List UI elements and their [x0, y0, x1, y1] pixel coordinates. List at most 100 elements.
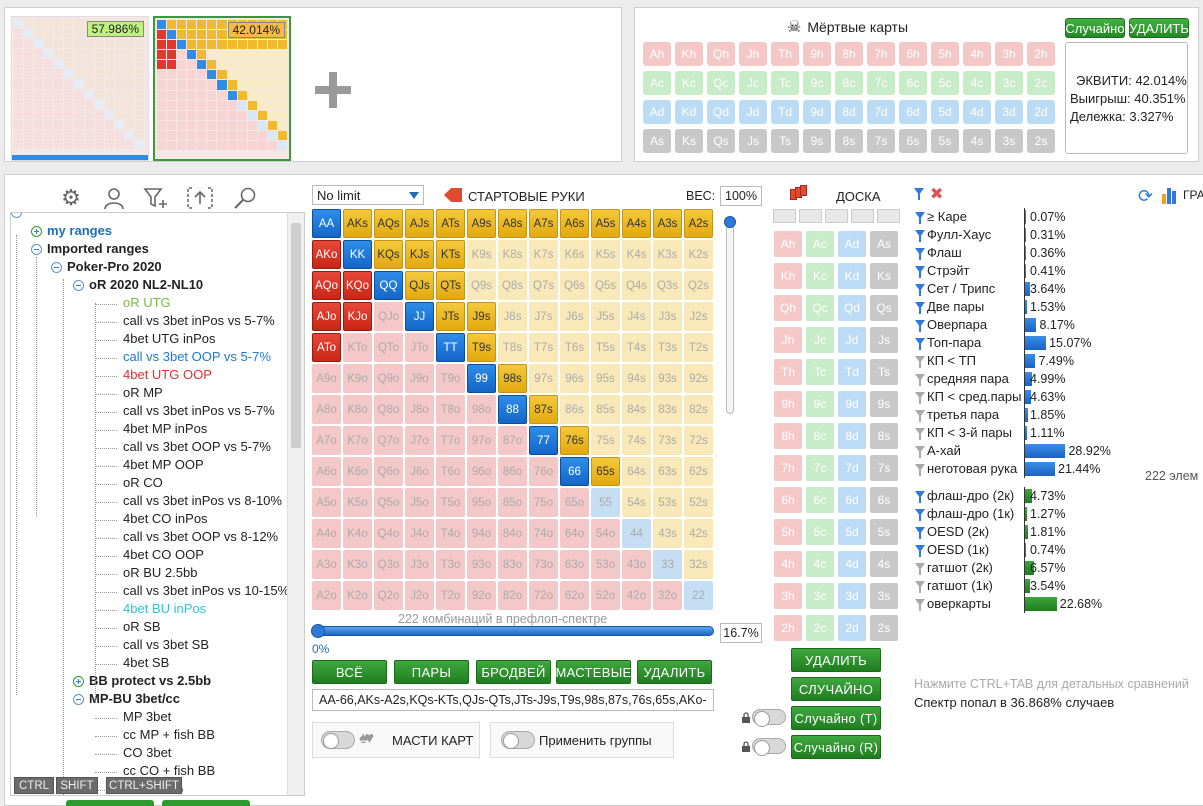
hand-cell[interactable]: 93o	[467, 550, 496, 579]
board-card[interactable]: 2c	[806, 615, 834, 641]
filter-icon[interactable]	[915, 284, 925, 296]
hand-cell[interactable]: 84s	[622, 395, 651, 424]
hand-cell[interactable]: J4s	[622, 302, 651, 331]
board-slot[interactable]	[877, 209, 900, 223]
dead-card[interactable]: Jc	[739, 71, 767, 95]
tree-toggle[interactable]	[31, 226, 42, 237]
weight-input[interactable]: 100%	[720, 186, 762, 206]
hand-cell[interactable]: 97o	[467, 426, 496, 455]
hand-cell[interactable]: 43o	[622, 550, 651, 579]
hand-cell[interactable]: K6s	[560, 240, 589, 269]
hand-cell[interactable]: 66	[560, 457, 589, 486]
dead-card[interactable]: 2s	[1027, 129, 1055, 153]
hand-cell[interactable]: 64o	[560, 519, 589, 548]
tree-item[interactable]: 4bet MP inPos	[123, 421, 207, 436]
hand-cell[interactable]: K8s	[498, 240, 527, 269]
hand-cell[interactable]: J3s	[653, 302, 682, 331]
board-card[interactable]: 5s	[870, 519, 898, 545]
hand-cell[interactable]: T2s	[684, 333, 713, 362]
tree-item[interactable]: oR SB	[123, 619, 161, 634]
hand-cell[interactable]: T9o	[436, 364, 465, 393]
hand-cell[interactable]: 87s	[529, 395, 558, 424]
hand-cell[interactable]: J6o	[405, 457, 434, 486]
hand-cell[interactable]: K4s	[622, 240, 651, 269]
board-card[interactable]: Jd	[838, 327, 866, 353]
hand-cell[interactable]: T6o	[436, 457, 465, 486]
tree-item[interactable]: call vs 3bet inPos vs 5-7%	[123, 313, 275, 328]
board-card[interactable]: Qc	[806, 295, 834, 321]
filter-icon[interactable]	[915, 320, 925, 332]
board-card[interactable]: 4d	[838, 551, 866, 577]
hand-cell[interactable]: 53s	[653, 488, 682, 517]
hand-cell[interactable]: Q5o	[374, 488, 403, 517]
hand-cell[interactable]: Q3o	[374, 550, 403, 579]
dead-card[interactable]: 9d	[803, 100, 831, 124]
hand-cell[interactable]: J2o	[405, 581, 434, 610]
hand-cell[interactable]: 82s	[684, 395, 713, 424]
hand-cell[interactable]: 65s	[591, 457, 620, 486]
board-card[interactable]: Ad	[838, 231, 866, 257]
hand-cell[interactable]: KTs	[436, 240, 465, 269]
filter-icon[interactable]	[915, 410, 925, 422]
hand-cell[interactable]: KQs	[374, 240, 403, 269]
hand-cell[interactable]: Q4s	[622, 271, 651, 300]
dead-card[interactable]: 3s	[995, 129, 1023, 153]
dead-card[interactable]: Js	[739, 129, 767, 153]
hand-cell[interactable]: 93s	[653, 364, 682, 393]
hand-cell[interactable]: 52s	[684, 488, 713, 517]
hand-cell[interactable]: TT	[436, 333, 465, 362]
board-card[interactable]: 9s	[870, 391, 898, 417]
hand-cell[interactable]: QTo	[374, 333, 403, 362]
hand-cell[interactable]: J6s	[560, 302, 589, 331]
hand-cell[interactable]: T9s	[467, 333, 496, 362]
dead-card[interactable]: As	[643, 129, 671, 153]
dead-card[interactable]: 6s	[899, 129, 927, 153]
hand-cell[interactable]: T5s	[591, 333, 620, 362]
hand-cell[interactable]: K7o	[343, 426, 372, 455]
hand-cell[interactable]: 85s	[591, 395, 620, 424]
hand-cell[interactable]: Q6s	[560, 271, 589, 300]
hand-cell[interactable]: K5o	[343, 488, 372, 517]
hand-cell[interactable]: T7o	[436, 426, 465, 455]
board-delete-button[interactable]: УДАЛИТЬ	[791, 648, 881, 672]
hand-cell[interactable]: A5s	[591, 209, 620, 238]
dead-card[interactable]: Qh	[707, 42, 735, 66]
board-card[interactable]: 3h	[774, 583, 802, 609]
hand-cell[interactable]: Q2o	[374, 581, 403, 610]
tree-item[interactable]: MP-BU 3bet/cc	[89, 691, 180, 706]
board-card[interactable]: 3c	[806, 583, 834, 609]
hand-cell[interactable]: 88	[498, 395, 527, 424]
board-card[interactable]: Jh	[774, 327, 802, 353]
filter-icon[interactable]	[914, 188, 924, 200]
tree-item[interactable]: 4bet BU inPos	[123, 601, 206, 616]
hand-cell[interactable]: K7s	[529, 240, 558, 269]
hand-cell[interactable]: 85o	[498, 488, 527, 517]
refresh-icon[interactable]: ⟳	[1138, 186, 1158, 206]
hand-cell[interactable]: Q3s	[653, 271, 682, 300]
dead-card[interactable]: 2c	[1027, 71, 1055, 95]
hand-cell[interactable]: K4o	[343, 519, 372, 548]
board-slot[interactable]	[773, 209, 796, 223]
hand-cell[interactable]: Q9o	[374, 364, 403, 393]
bottom-green-button-1[interactable]	[66, 800, 154, 806]
board-card[interactable]: Kc	[806, 263, 834, 289]
tree-item[interactable]: oR BU 2.5bb	[123, 565, 197, 580]
hand-cell[interactable]: 94s	[622, 364, 651, 393]
hand-cell[interactable]: J4o	[405, 519, 434, 548]
hand-cell[interactable]: 63o	[560, 550, 589, 579]
tree-toggle[interactable]	[73, 280, 84, 291]
board-card[interactable]: Kd	[838, 263, 866, 289]
add-range-icon[interactable]	[315, 72, 351, 108]
hand-cell[interactable]: 94o	[467, 519, 496, 548]
bottom-green-button-2[interactable]	[162, 800, 250, 806]
board-card[interactable]: 7s	[870, 455, 898, 481]
search-icon[interactable]	[232, 186, 260, 210]
filter-icon[interactable]	[915, 302, 925, 314]
tree-item[interactable]: call vs 3bet OOP vs 5-7%	[123, 349, 271, 364]
board-slot[interactable]	[799, 209, 822, 223]
hand-cell[interactable]: AKs	[343, 209, 372, 238]
hand-cell[interactable]: 33	[653, 550, 682, 579]
hand-cell[interactable]: JTo	[405, 333, 434, 362]
hand-cell[interactable]: J5s	[591, 302, 620, 331]
board-card[interactable]: Jc	[806, 327, 834, 353]
